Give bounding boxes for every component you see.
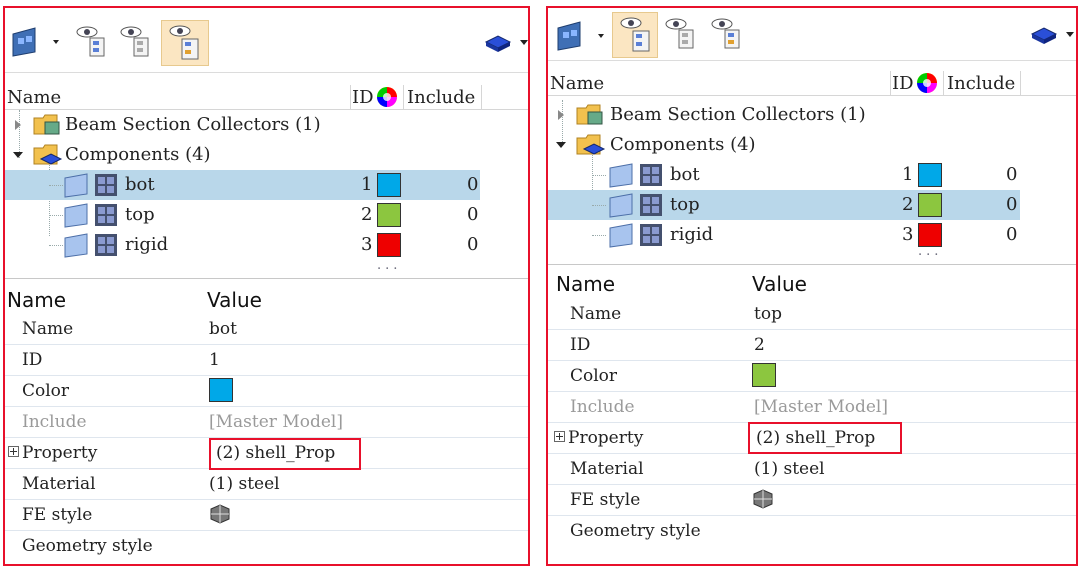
tree-item-top[interactable]: top 2 0 xyxy=(548,190,1020,220)
isolate-button[interactable] xyxy=(161,20,209,66)
toolbar xyxy=(548,8,1076,61)
component-view-button[interactable] xyxy=(554,18,604,54)
show-button[interactable] xyxy=(612,12,658,58)
component-icon xyxy=(609,163,662,188)
toolbar xyxy=(5,8,528,73)
color-wheel-icon[interactable] xyxy=(376,86,398,108)
folder-icon xyxy=(576,134,606,155)
display-mode-button[interactable] xyxy=(1028,16,1076,52)
property-row-material[interactable]: Material (1) steel xyxy=(548,453,1076,485)
property-header: Name Value xyxy=(7,288,262,312)
component-view-icon xyxy=(557,21,604,51)
color-wheel-icon[interactable] xyxy=(916,72,938,94)
component-icon xyxy=(609,193,662,218)
color-swatch[interactable] xyxy=(377,203,401,227)
tree-item-beam-collectors[interactable]: Beam Section Collectors (1) xyxy=(548,100,1076,130)
fe-style-icon[interactable] xyxy=(752,489,774,509)
show-icon xyxy=(76,26,105,57)
property-row-color[interactable]: Color xyxy=(548,360,1076,392)
tree: Beam Section Collectors (1) Components (… xyxy=(548,100,1076,250)
splitter-handle[interactable]: ... xyxy=(377,258,401,273)
isolate-icon xyxy=(169,25,199,60)
tree-item-components[interactable]: Components (4) xyxy=(548,130,1076,160)
column-id[interactable]: ID xyxy=(892,73,914,94)
tree-item-components[interactable]: Components (4) xyxy=(5,140,528,170)
color-swatch[interactable] xyxy=(377,233,401,257)
property-row-id[interactable]: ID 2 xyxy=(548,329,1076,361)
tree-item-beam-collectors[interactable]: Beam Section Collectors (1) xyxy=(5,110,528,140)
folder-icon xyxy=(33,114,60,135)
property-header: Name Value xyxy=(556,272,807,296)
property-row-geometry-style[interactable]: Geometry style xyxy=(5,530,528,561)
column-name[interactable]: Name xyxy=(7,87,61,108)
component-view-button[interactable] xyxy=(9,24,59,60)
color-swatch[interactable] xyxy=(918,163,942,187)
highlight-property-value xyxy=(209,438,361,470)
property-row-name[interactable]: Name bot xyxy=(5,313,528,345)
folder-icon xyxy=(576,104,603,125)
component-icon xyxy=(609,223,662,248)
panel-left: Name ID Include Beam Section Collectors … xyxy=(3,6,530,566)
tree-header: Name ID Include xyxy=(5,85,528,110)
tree-item-bot[interactable]: bot 1 0 xyxy=(548,160,1076,190)
property-row-geometry-style[interactable]: Geometry style xyxy=(548,515,1076,546)
property-row-material[interactable]: Material (1) steel xyxy=(5,468,528,500)
tree: Beam Section Collectors (1) Components (… xyxy=(5,110,528,260)
property-row-name[interactable]: Name top xyxy=(548,298,1076,330)
property-row-include[interactable]: Include [Master Model] xyxy=(548,391,1076,423)
color-swatch[interactable] xyxy=(209,378,233,402)
hide-button[interactable] xyxy=(662,16,698,52)
property-row-color[interactable]: Color xyxy=(5,375,528,407)
color-swatch[interactable] xyxy=(918,193,942,217)
folder-icon xyxy=(33,144,63,165)
property-row-include[interactable]: Include [Master Model] xyxy=(5,406,528,438)
tree-header: Name ID Include xyxy=(548,71,1076,96)
component-icon xyxy=(64,203,117,228)
color-swatch[interactable] xyxy=(377,173,401,197)
hide-icon xyxy=(665,18,694,49)
property-row-fe-style[interactable]: FE style xyxy=(5,499,528,531)
panel-right: Name ID Include Beam Section Collectors … xyxy=(546,6,1078,566)
highlight-property-value xyxy=(748,422,902,454)
column-name[interactable]: Name xyxy=(550,73,604,94)
expand-icon[interactable] xyxy=(554,431,565,442)
expand-icon[interactable] xyxy=(8,446,19,457)
tree-item-bot[interactable]: bot 1 0 xyxy=(5,170,480,200)
tree-item-top[interactable]: top 2 0 xyxy=(5,200,528,230)
hide-icon xyxy=(120,26,149,57)
column-include[interactable]: Include xyxy=(407,87,475,108)
isolate-button[interactable] xyxy=(708,16,744,52)
component-icon xyxy=(64,233,117,258)
show-icon xyxy=(620,17,650,52)
display-mode-icon xyxy=(1030,27,1074,44)
component-icon xyxy=(64,173,117,198)
show-button[interactable] xyxy=(73,24,109,60)
splitter-handle[interactable]: ... xyxy=(918,244,942,259)
column-id[interactable]: ID xyxy=(352,87,374,108)
hide-button[interactable] xyxy=(117,24,153,60)
tree-item-rigid[interactable]: rigid 3 0 xyxy=(548,220,1076,250)
color-swatch[interactable] xyxy=(752,363,776,387)
column-include[interactable]: Include xyxy=(947,73,1015,94)
display-mode-icon xyxy=(484,35,528,52)
property-row-id[interactable]: ID 1 xyxy=(5,344,528,376)
display-mode-button[interactable] xyxy=(482,24,528,60)
tree-item-rigid[interactable]: rigid 3 0 xyxy=(5,230,528,260)
isolate-icon xyxy=(711,18,740,49)
property-row-fe-style[interactable]: FE style xyxy=(548,484,1076,516)
component-view-icon xyxy=(12,27,59,57)
fe-style-icon[interactable] xyxy=(209,504,231,524)
